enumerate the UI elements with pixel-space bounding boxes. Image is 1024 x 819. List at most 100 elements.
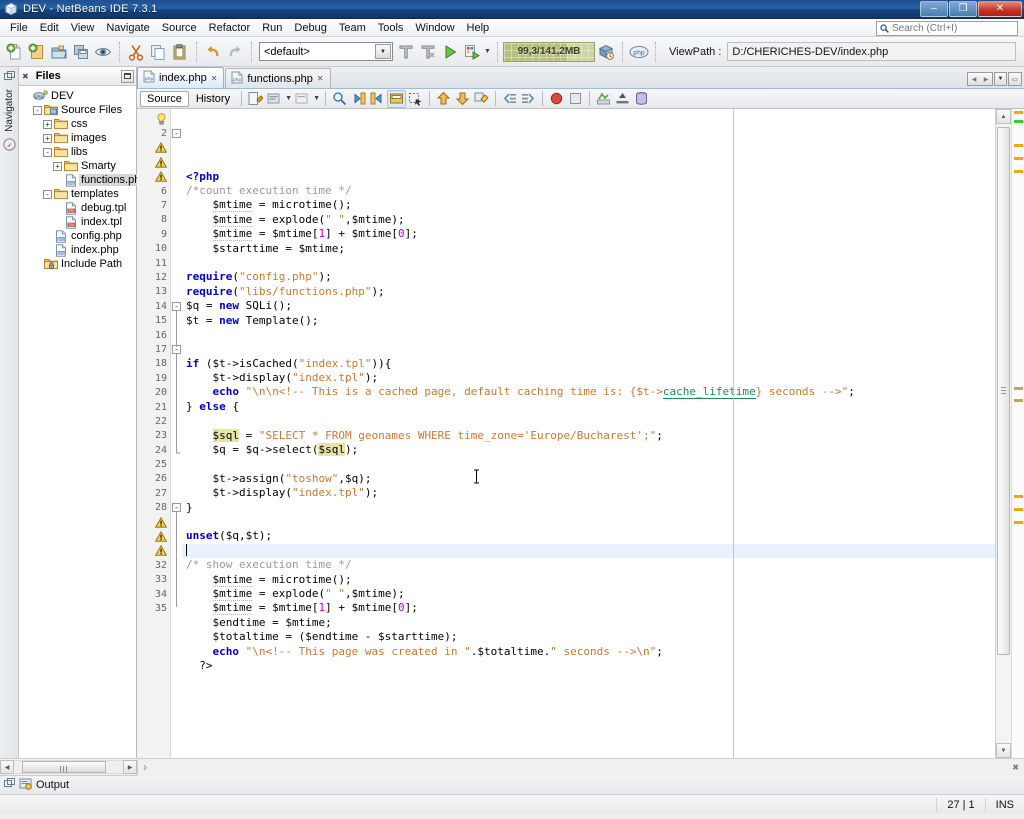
collapse-toggle-icon[interactable]: -: [42, 147, 53, 158]
gutter-line[interactable]: 13: [137, 285, 170, 299]
code-line[interactable]: [182, 342, 995, 356]
code-line[interactable]: [182, 414, 995, 428]
preview-eye-button[interactable]: [92, 41, 114, 63]
menu-view[interactable]: View: [65, 21, 101, 35]
scroll-right-arrow-icon[interactable]: ▶: [123, 760, 137, 774]
scroll-down-arrow-icon[interactable]: ▼: [996, 743, 1011, 758]
gutter-line[interactable]: 24: [137, 443, 170, 457]
close-tab-icon[interactable]: ✕: [211, 74, 218, 83]
gutter-line[interactable]: 23: [137, 429, 170, 443]
menu-help[interactable]: Help: [461, 21, 496, 35]
clean-build-button[interactable]: [417, 41, 439, 63]
next-error-button[interactable]: [453, 90, 472, 108]
code-line[interactable]: ?>: [182, 659, 995, 673]
tree-item[interactable]: php config.php: [22, 229, 136, 243]
cut-button[interactable]: [125, 41, 147, 63]
menu-source[interactable]: Source: [156, 21, 203, 35]
fold-marker-slot[interactable]: -: [171, 126, 182, 140]
error-strip-mark[interactable]: [1014, 495, 1023, 498]
gutter-line[interactable]: 25: [137, 457, 170, 471]
code-line[interactable]: [182, 328, 995, 342]
gutter-line[interactable]: 35: [137, 601, 170, 615]
code-editor[interactable]: 2 6 7 8 9 10 11 12 13 14 15 16 17 18 19 20 21 22 23 24 25 26 2…: [137, 109, 1024, 758]
select-rectangle-button[interactable]: [406, 90, 425, 108]
minimize-panel-button[interactable]: [121, 69, 134, 83]
editor-tab-functions-php[interactable]: php functions.php ✕: [225, 68, 331, 88]
gutter-line[interactable]: 33: [137, 573, 170, 587]
code-line[interactable]: $mtime = explode(" ",$mtime);: [182, 212, 995, 227]
code-line[interactable]: unset($q,$t);: [182, 529, 995, 543]
last-edit-button[interactable]: [246, 90, 265, 108]
scroll-thumb[interactable]: [22, 761, 106, 773]
previous-error-button[interactable]: [434, 90, 453, 108]
database-button[interactable]: [632, 90, 651, 108]
warning-icon[interactable]: [155, 545, 167, 557]
tree-item[interactable]: php functions.ph: [22, 173, 141, 187]
editor-tab-index-php[interactable]: php index.php ✕: [137, 67, 225, 88]
chevron-down-icon[interactable]: ▼: [375, 44, 391, 59]
gutter-line[interactable]: 6: [137, 184, 170, 198]
gutter-line[interactable]: 7: [137, 198, 170, 212]
code-line[interactable]: } else {: [182, 400, 995, 414]
scroll-left-arrow-icon[interactable]: ◀: [0, 760, 14, 774]
code-line[interactable]: /* show execution time */: [182, 558, 995, 572]
view-button-history[interactable]: History: [189, 91, 237, 107]
gutter-line[interactable]: 19: [137, 371, 170, 385]
gutter-line[interactable]: 22: [137, 414, 170, 428]
tree-item[interactable]: - libs: [22, 145, 136, 159]
code-line[interactable]: require("config.php");: [182, 270, 995, 284]
menu-file[interactable]: File: [4, 21, 34, 35]
tab-list-dropdown-button[interactable]: ▼: [994, 72, 1007, 86]
toggle-breakpoint-button[interactable]: [547, 90, 566, 108]
fold-collapse-icon[interactable]: -: [172, 129, 181, 139]
menu-navigate[interactable]: Navigate: [100, 21, 155, 35]
next-bookmark-button[interactable]: [368, 90, 387, 108]
code-line[interactable]: $mtime = microtime();: [182, 198, 995, 213]
redo-button[interactable]: [224, 41, 246, 63]
gutter-line[interactable]: [137, 170, 170, 184]
scroll-left-icon[interactable]: ◀: [968, 73, 980, 85]
toggle-highlight-button[interactable]: [472, 90, 491, 108]
gutter-line[interactable]: 21: [137, 400, 170, 414]
undo-button[interactable]: [202, 41, 224, 63]
warning-icon[interactable]: [155, 516, 167, 528]
open-project-button[interactable]: [48, 41, 70, 63]
editor-vertical-scrollbar[interactable]: ▲ ▼: [995, 109, 1011, 758]
tab-files[interactable]: Files: [33, 70, 64, 82]
tree-item[interactable]: + images: [22, 131, 136, 145]
tree-item[interactable]: + css: [22, 117, 136, 131]
menu-tools[interactable]: Tools: [372, 21, 410, 35]
code-line[interactable]: $mtime = microtime();: [182, 572, 995, 587]
build-project-button[interactable]: [395, 41, 417, 63]
expand-toggle-icon[interactable]: +: [52, 161, 63, 172]
expand-toggle-icon[interactable]: +: [42, 133, 53, 144]
gutter-line[interactable]: 27: [137, 486, 170, 500]
error-strip-mark[interactable]: [1014, 157, 1023, 160]
tree-item[interactable]: Include Path: [22, 257, 136, 271]
gutter-line[interactable]: 34: [137, 587, 170, 601]
project-configuration-select[interactable]: <default> ▼: [259, 42, 393, 61]
tree-item[interactable]: TPL index.tpl: [22, 215, 136, 229]
menu-debug[interactable]: Debug: [288, 21, 332, 35]
gutter-line[interactable]: 18: [137, 357, 170, 371]
code-line[interactable]: [182, 457, 995, 471]
error-strip-mark[interactable]: [1014, 399, 1023, 402]
error-strip-mark[interactable]: [1014, 521, 1023, 524]
code-line[interactable]: $mtime = $mtime[1] + $mtime[0];: [182, 227, 995, 242]
sidebar-item-navigator[interactable]: Navigator: [4, 89, 15, 132]
code-line[interactable]: $sql = "SELECT * FROM geonames WHERE tim…: [182, 428, 995, 443]
code-line[interactable]: echo "\n\n<!-- This is a cached page, de…: [182, 385, 995, 400]
gutter-line[interactable]: 8: [137, 213, 170, 227]
code-line[interactable]: $q = $q->select($sql);: [182, 443, 995, 457]
code-line[interactable]: $q = new SQLi();: [182, 299, 995, 313]
stop-button[interactable]: [566, 90, 585, 108]
gutter-line[interactable]: [137, 141, 170, 155]
code-line[interactable]: $endtime = $mtime;: [182, 616, 995, 630]
gutter-line[interactable]: 16: [137, 328, 170, 342]
menu-refactor[interactable]: Refactor: [203, 21, 257, 35]
uncomment-button[interactable]: [293, 90, 312, 108]
code-line[interactable]: [182, 515, 995, 529]
gutter-line[interactable]: 2: [137, 126, 170, 140]
error-strip-mark[interactable]: [1014, 508, 1023, 511]
gutter-line[interactable]: [137, 529, 170, 543]
